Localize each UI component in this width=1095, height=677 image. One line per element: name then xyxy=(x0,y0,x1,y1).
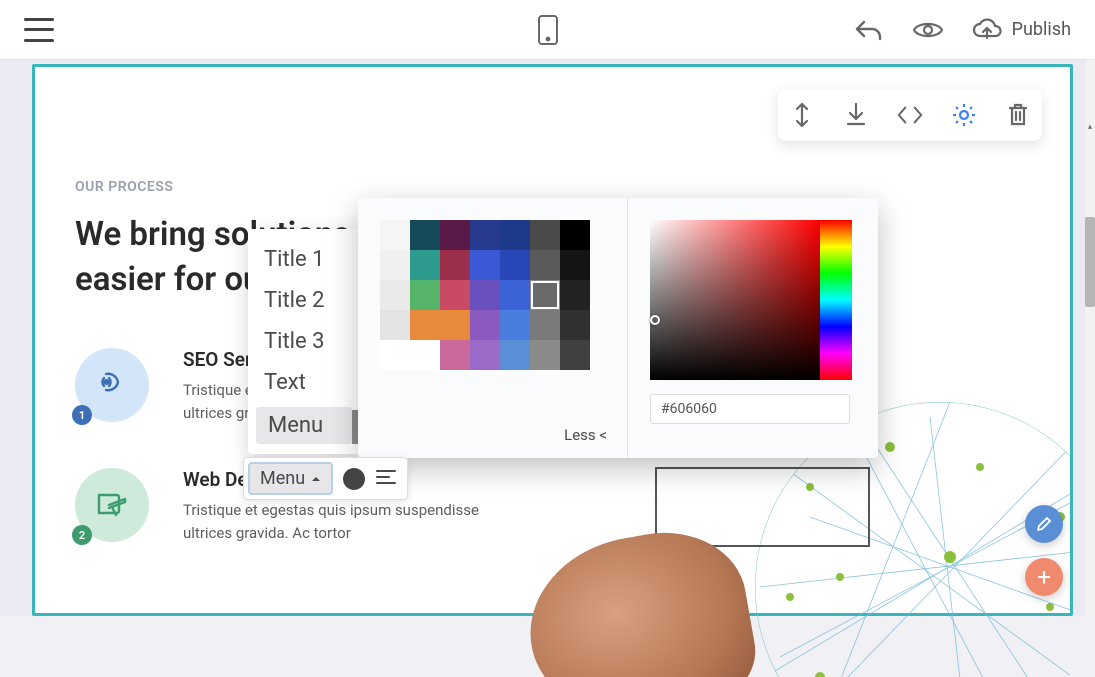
hex-input[interactable] xyxy=(650,394,850,424)
delete-trash-icon[interactable] xyxy=(1004,97,1032,133)
scrollbar-thumb[interactable] xyxy=(1085,217,1095,307)
menu-hamburger-icon[interactable] xyxy=(24,18,54,42)
caret-up-icon xyxy=(311,475,321,483)
heading-option-text[interactable]: Text xyxy=(248,362,360,403)
color-swatch[interactable] xyxy=(530,250,560,280)
pencil-icon xyxy=(1036,516,1052,532)
color-swatch[interactable] xyxy=(440,310,470,340)
color-swatch[interactable] xyxy=(470,310,500,340)
top-toolbar: Publish xyxy=(0,0,1095,60)
hand-image xyxy=(530,537,750,677)
heading-option-menu[interactable]: Menu xyxy=(256,407,352,444)
color-swatch[interactable] xyxy=(410,310,440,340)
color-swatch[interactable] xyxy=(440,280,470,310)
scroll-up-icon[interactable]: ▴ xyxy=(1085,122,1095,132)
eyebrow-label: OUR PROCESS xyxy=(75,179,1030,195)
download-icon[interactable] xyxy=(842,97,870,133)
color-swatch[interactable] xyxy=(380,220,410,250)
color-swatch[interactable] xyxy=(560,280,590,310)
scrollbar[interactable]: ▴ xyxy=(1085,60,1095,616)
color-swatch[interactable] xyxy=(470,250,500,280)
color-swatch[interactable] xyxy=(560,220,590,250)
mobile-preview-icon[interactable] xyxy=(537,14,559,46)
color-swatch[interactable] xyxy=(410,220,440,250)
add-fab[interactable]: + xyxy=(1025,558,1063,596)
color-swatch[interactable] xyxy=(470,340,500,370)
color-swatch[interactable] xyxy=(440,220,470,250)
color-swatch[interactable] xyxy=(560,310,590,340)
align-button[interactable] xyxy=(375,468,397,490)
color-swatch[interactable] xyxy=(470,280,500,310)
hue-slider[interactable] xyxy=(820,220,852,380)
color-swatch[interactable] xyxy=(470,220,500,250)
text-color-button[interactable] xyxy=(343,468,365,490)
publish-button[interactable]: Publish xyxy=(972,18,1071,42)
color-swatch[interactable] xyxy=(530,310,560,340)
color-swatch[interactable] xyxy=(500,280,530,310)
color-swatch[interactable] xyxy=(500,310,530,340)
color-swatch[interactable] xyxy=(380,280,410,310)
feature-badge-2: 2 xyxy=(72,525,92,545)
settings-gear-icon[interactable] xyxy=(950,97,978,133)
color-picker-panel: Less < xyxy=(358,198,878,458)
color-swatch[interactable] xyxy=(380,310,410,340)
web-design-icon: 2 xyxy=(75,468,149,542)
color-swatch[interactable] xyxy=(410,340,440,370)
color-swatch[interactable] xyxy=(530,340,560,370)
heading-option-title3[interactable]: Title 3 xyxy=(248,321,360,362)
plus-icon: + xyxy=(1037,563,1051,591)
code-icon[interactable] xyxy=(896,97,924,133)
color-swatch[interactable] xyxy=(410,280,440,310)
text-style-dropdown[interactable]: Menu xyxy=(248,462,333,495)
color-swatch[interactable] xyxy=(560,250,590,280)
sv-cursor[interactable] xyxy=(650,315,660,325)
color-swatch[interactable] xyxy=(530,280,560,310)
color-swatch[interactable] xyxy=(560,340,590,370)
move-vertical-icon[interactable] xyxy=(788,97,816,133)
color-swatch[interactable] xyxy=(380,340,410,370)
cloud-upload-icon xyxy=(972,18,1002,42)
feature-badge-1: 1 xyxy=(72,405,92,425)
color-swatch[interactable] xyxy=(500,220,530,250)
color-swatch[interactable] xyxy=(500,250,530,280)
section-toolbar xyxy=(778,89,1042,141)
seo-icon: 1 xyxy=(75,348,149,422)
color-swatch[interactable] xyxy=(500,340,530,370)
heading-style-panel: Title 1 Title 2 Title 3 Text Menu xyxy=(248,229,360,454)
color-swatch[interactable] xyxy=(530,220,560,250)
heading-option-title1[interactable]: Title 1 xyxy=(248,239,360,280)
color-swatch[interactable] xyxy=(380,250,410,280)
edit-fab[interactable] xyxy=(1025,505,1063,543)
publish-label: Publish xyxy=(1012,19,1071,40)
text-format-toolbar: Menu xyxy=(243,457,408,500)
color-swatch[interactable] xyxy=(440,340,470,370)
heading-option-title2[interactable]: Title 2 xyxy=(248,280,360,321)
color-swatch[interactable] xyxy=(440,250,470,280)
preview-eye-icon[interactable] xyxy=(912,19,944,41)
undo-icon[interactable] xyxy=(854,17,884,43)
saturation-value-box[interactable] xyxy=(650,220,820,380)
less-toggle[interactable]: Less < xyxy=(380,416,607,444)
feature-desc[interactable]: Tristique et egestas quis ipsum suspendi… xyxy=(183,499,503,544)
color-swatch[interactable] xyxy=(410,250,440,280)
color-swatch-grid xyxy=(380,220,607,370)
